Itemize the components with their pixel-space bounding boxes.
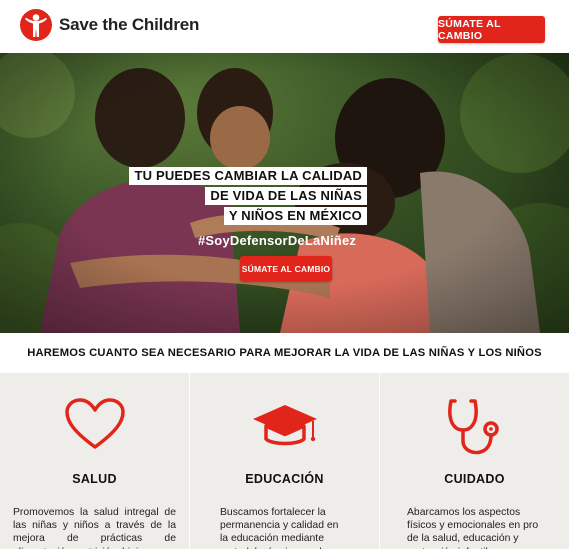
hero-join-change-button[interactable]: SÚMATE AL CAMBIO — [240, 256, 332, 281]
card-salud: SALUD Promovemos la salud intregal de la… — [0, 373, 190, 549]
mission-tagline: HAREMOS CUANTO SEA NECESARIO PARA MEJORA… — [0, 333, 569, 373]
headline-line-2: DE VIDA DE LAS NIÑAS — [205, 187, 367, 205]
brand-logo[interactable]: Save the Children — [20, 9, 199, 41]
stethoscope-icon — [445, 397, 505, 464]
hero-headline: TU PUEDES CAMBIAR LA CALIDAD DE VIDA DE … — [129, 167, 367, 227]
hero-hashtag: #SoyDefensorDeLaNiñez — [198, 233, 357, 248]
heart-icon — [63, 397, 127, 458]
card-title: EDUCACIÓN — [245, 472, 324, 486]
hero-banner: TU PUEDES CAMBIAR LA CALIDAD DE VIDA DE … — [0, 53, 569, 333]
join-change-button[interactable]: SÚMATE AL CAMBIO — [438, 16, 545, 43]
card-description: Promovemos la salud intregal de las niña… — [13, 507, 176, 549]
headline-line-3: Y NIÑOS EN MÉXICO — [223, 207, 367, 225]
site-header: Save the Children SÚMATE AL CAMBIO — [0, 0, 569, 53]
card-description: Buscamos fortalecer la permanencia y cal… — [220, 507, 342, 549]
card-cuidado: CUIDADO Abarcamos los aspectos físicos y… — [380, 373, 569, 549]
focus-areas: SALUD Promovemos la salud intregal de la… — [0, 373, 569, 549]
graduation-cap-icon — [250, 397, 320, 458]
card-educacion: EDUCACIÓN Buscamos fortalecer la permane… — [190, 373, 380, 549]
headline-line-1: TU PUEDES CAMBIAR LA CALIDAD — [129, 167, 367, 185]
card-title: CUIDADO — [444, 472, 505, 486]
child-silhouette-icon — [20, 9, 52, 41]
brand-name: Save the Children — [59, 15, 200, 34]
card-description: Abarcamos los aspectos físicos y emocion… — [407, 507, 539, 549]
card-title: SALUD — [72, 472, 117, 486]
